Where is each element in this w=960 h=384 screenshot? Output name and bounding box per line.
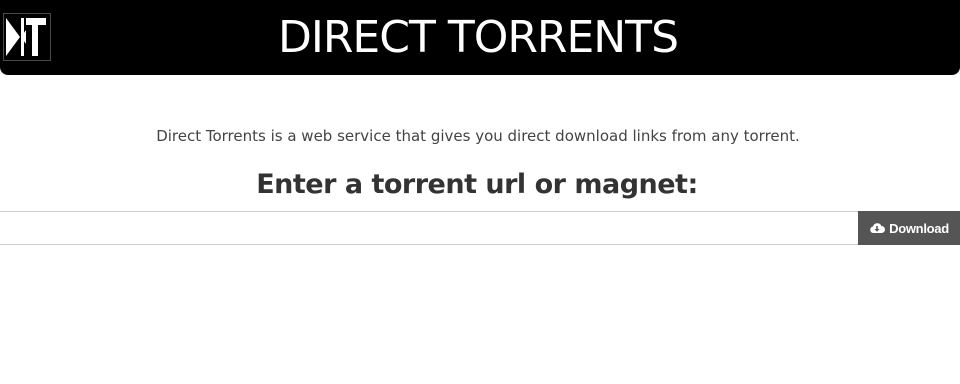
- site-title: DIRECT TORRENTS: [278, 12, 679, 63]
- page: DIRECT TORRENTS Direct Torrents is a web…: [0, 0, 960, 384]
- cloud-download-icon: [870, 223, 886, 233]
- torrent-url-input[interactable]: [0, 211, 858, 245]
- download-button-label: Download: [889, 220, 949, 236]
- input-heading: Enter a torrent url or magnet:: [256, 169, 698, 200]
- tagline: Direct Torrents is a web service that gi…: [156, 127, 800, 145]
- site-header: DIRECT TORRENTS: [0, 0, 960, 75]
- download-button[interactable]: Download: [858, 211, 960, 245]
